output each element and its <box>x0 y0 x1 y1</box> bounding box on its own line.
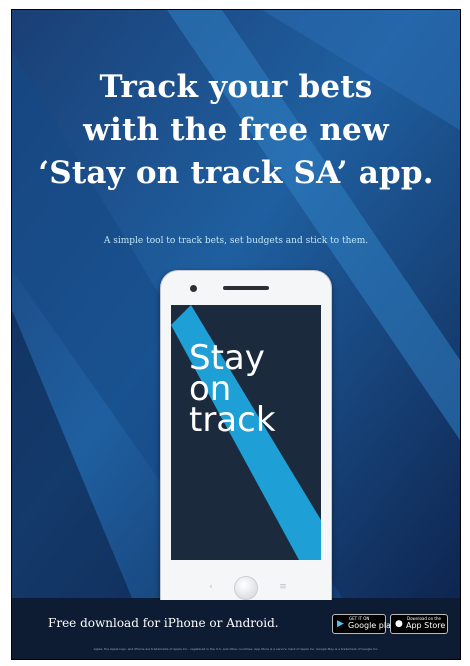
headline-line-2: with the free new <box>83 112 389 148</box>
app-logo-text: Stay on track <box>189 341 276 440</box>
footer-bar: Free download for iPhone or Android. ▶ G… <box>12 600 460 659</box>
speaker-icon <box>223 286 269 290</box>
google-play-badge-label: Google play <box>348 621 396 630</box>
google-play-icon: ▶ <box>337 619 344 629</box>
headline: Track your bets with the free new ‘Stay … <box>12 66 460 195</box>
subheadline: A simple tool to track bets, set budgets… <box>103 236 369 246</box>
legal-fineprint: Apple, the Apple logo, and iPhone are tr… <box>93 647 379 651</box>
home-button-icon <box>234 576 258 600</box>
camera-icon <box>190 285 197 292</box>
phone-illustration: Stay on track ‹ ≡ <box>160 270 332 617</box>
phone-screen: Stay on track <box>171 305 321 560</box>
menu-icon: ≡ <box>279 582 287 592</box>
app-store-badge[interactable]: ● Download on the App Store <box>390 614 448 634</box>
back-icon: ‹ <box>209 582 213 592</box>
app-logo-line-3: track <box>189 400 276 440</box>
headline-line-1: Track your bets <box>99 69 373 105</box>
headline-line-3: ‘Stay on track SA’ app. <box>38 155 434 191</box>
google-play-badge[interactable]: ▶ GET IT ON Google play <box>332 614 396 634</box>
app-store-badge-label: App Store <box>406 621 446 630</box>
poster: Track your bets with the free new ‘Stay … <box>11 9 461 660</box>
apple-icon: ● <box>395 619 403 629</box>
download-text: Free download for iPhone or Android. <box>48 616 279 630</box>
